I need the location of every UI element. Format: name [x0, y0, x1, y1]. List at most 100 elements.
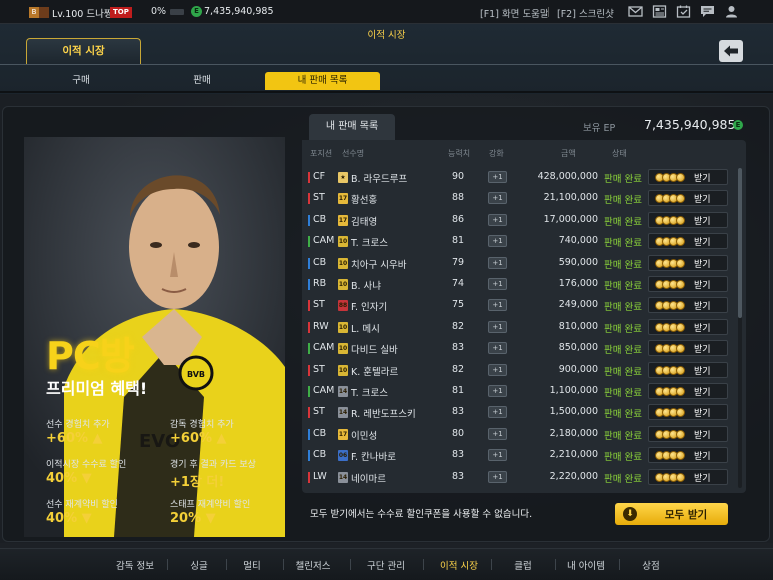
receive-button[interactable]: 받기: [648, 383, 728, 399]
receive-button[interactable]: 받기: [648, 276, 728, 292]
news-icon[interactable]: [652, 5, 667, 18]
receive-button[interactable]: 받기: [648, 169, 728, 185]
receive-button[interactable]: 받기: [648, 297, 728, 314]
sale-price: 17,000,000: [543, 213, 598, 225]
mail-icon[interactable]: [628, 5, 643, 18]
sale-status: 판매 완료: [604, 323, 642, 335]
receive-button[interactable]: 받기: [648, 190, 728, 207]
tab-my-sales-list[interactable]: 내 판매 목록: [309, 114, 395, 140]
player-ovr: 86: [452, 213, 465, 225]
sale-status: 판매 완료: [604, 259, 642, 271]
player-name[interactable]: 네이마르: [351, 471, 386, 485]
receive-button[interactable]: 받기: [648, 447, 728, 464]
subtab-buy[interactable]: 구매: [22, 72, 140, 90]
player-ovr: 79: [452, 256, 465, 268]
receive-label: 받기: [694, 430, 711, 441]
receive-label: 받기: [694, 216, 711, 227]
stat-label: 선수 재계약비 할인: [46, 500, 118, 510]
nav-transfer-market[interactable]: 이적 시장: [424, 558, 494, 572]
player-name[interactable]: B. 사냐: [351, 278, 381, 292]
player-name[interactable]: T. 크로스: [351, 385, 388, 399]
table-row[interactable]: CB 17 김태영 86 +1 17,000,000 판매 완료 받기: [306, 210, 736, 231]
help-f1-button[interactable]: [F1] 화면 도움말: [480, 6, 549, 20]
receive-button[interactable]: 받기: [648, 468, 728, 485]
player-ovr: 88: [452, 192, 465, 204]
nav-multi[interactable]: 멀티: [217, 558, 287, 572]
table-row[interactable]: CAM 10 다비드 실바 83 +1 850,000 판매 완료 받기: [306, 338, 736, 359]
receive-label: 받기: [694, 323, 711, 334]
receive-button[interactable]: 받기: [648, 340, 728, 357]
player-name[interactable]: F. 인자기: [351, 299, 387, 313]
table-row[interactable]: CAM 14 T. 크로스 81 +1 1,100,000 판매 완료 받기: [306, 381, 736, 402]
receive-button[interactable]: 받기: [648, 361, 728, 378]
receive-button[interactable]: 받기: [648, 404, 728, 421]
position-color-bar: [308, 193, 310, 205]
table-row[interactable]: ST 17 황선홍 88 +1 21,100,000 판매 완료 받기: [306, 188, 736, 209]
player-name[interactable]: 김태영: [351, 214, 377, 228]
season-card-icon: 06: [338, 450, 348, 462]
position-label: RB: [313, 278, 327, 289]
coins-icon: [655, 280, 689, 289]
col-price: 금액: [561, 149, 576, 158]
sale-price: 428,000,000: [537, 171, 598, 182]
player-name[interactable]: T. 크로스: [351, 235, 388, 249]
profile-icon[interactable]: [724, 5, 739, 18]
subtab-my-sales[interactable]: 내 판매 목록: [265, 72, 380, 90]
calendar-icon[interactable]: [676, 5, 691, 18]
table-row[interactable]: CB 17 이민성 80 +1 2,180,000 판매 완료 받기: [306, 424, 736, 445]
receive-button[interactable]: 받기: [648, 233, 728, 250]
stat-value: +60% ▲: [46, 431, 103, 446]
table-row[interactable]: ST 10 K. 훈텔라르 82 +1 900,000 판매 완료 받기: [306, 360, 736, 381]
position-label: CB: [313, 449, 327, 461]
subtab-sell[interactable]: 판매: [143, 72, 261, 90]
table-row[interactable]: ST 88 F. 인자기 75 +1 249,000 판매 완료 받기: [306, 295, 736, 316]
position-color-bar: [308, 386, 310, 397]
scrollbar-thumb[interactable]: [738, 168, 742, 318]
screenshot-f2-button[interactable]: [F2] 스크린샷: [557, 6, 614, 20]
season-card-icon: ★: [338, 172, 348, 183]
table-row[interactable]: CB 06 F. 칸나바로 83 +1 2,210,000 판매 완료 받기: [306, 445, 736, 466]
player-ovr: 83: [452, 406, 465, 418]
player-name[interactable]: L. 메시: [351, 321, 380, 335]
table-row[interactable]: CF ★ B. 라우드루프 90 +1 428,000,000 판매 완료 받기: [306, 167, 736, 188]
player-name[interactable]: 치아구 시우바: [351, 257, 406, 271]
player-name[interactable]: 황선홍: [351, 192, 377, 206]
table-row[interactable]: RW 10 L. 메시 82 +1 810,000 판매 완료 받기: [306, 317, 736, 338]
position-label: LW: [313, 470, 327, 482]
nav-challengers[interactable]: 챌린저스: [278, 558, 348, 572]
player-name[interactable]: K. 훈텔라르: [351, 364, 398, 378]
pc-bang-title: PC방: [46, 334, 135, 378]
player-name[interactable]: B. 라우드루프: [351, 171, 407, 185]
receive-button[interactable]: 받기: [648, 425, 728, 442]
receive-all-button[interactable]: ⬇ 모두 받기: [615, 503, 728, 525]
table-row[interactable]: LW 14 네이마르 83 +1 2,220,000 판매 완료 받기: [306, 467, 736, 488]
table-row[interactable]: CAM 10 T. 크로스 81 +1 740,000 판매 완료 받기: [306, 231, 736, 252]
coins-icon: [655, 472, 689, 482]
tab-transfer-market[interactable]: 이적 시장: [26, 38, 141, 64]
upgrade-level: +1: [488, 320, 507, 333]
table-row[interactable]: CB 10 치아구 시우바 79 +1 590,000 판매 완료 받기: [306, 253, 736, 274]
back-button[interactable]: [719, 40, 743, 62]
player-name[interactable]: 이민성: [351, 428, 377, 442]
nav-manager-info[interactable]: 감독 정보: [100, 558, 170, 572]
sale-status: 판매 완료: [604, 366, 642, 378]
player-name[interactable]: R. 레반도프스키: [351, 406, 416, 420]
player-name[interactable]: 다비드 실바: [351, 342, 398, 356]
receive-label: 받기: [694, 281, 711, 291]
nav-my-items[interactable]: 내 아이템: [551, 558, 621, 572]
table-row[interactable]: ST 14 R. 레반도프스키 83 +1 1,500,000 판매 완료 받기: [306, 402, 736, 423]
nav-shop[interactable]: 상점: [616, 558, 686, 572]
sale-status: 판매 완료: [604, 238, 642, 250]
receive-button[interactable]: 받기: [648, 254, 728, 271]
nav-club[interactable]: 클럽: [488, 558, 558, 572]
chat-icon[interactable]: [700, 5, 715, 18]
table-row[interactable]: RB 10 B. 사냐 74 +1 176,000 판매 완료 받기: [306, 274, 736, 295]
nav-club-management[interactable]: 구단 관리: [351, 558, 421, 572]
receive-button[interactable]: 받기: [648, 211, 728, 228]
user-level: Lv.100 드나짱: [52, 9, 113, 20]
sale-status: 판매 완료: [604, 216, 642, 228]
col-ovr: 능력치: [448, 149, 471, 158]
receive-button[interactable]: 받기: [648, 318, 728, 335]
player-name[interactable]: F. 칸나바로: [351, 449, 396, 463]
scrollbar[interactable]: [738, 168, 742, 488]
